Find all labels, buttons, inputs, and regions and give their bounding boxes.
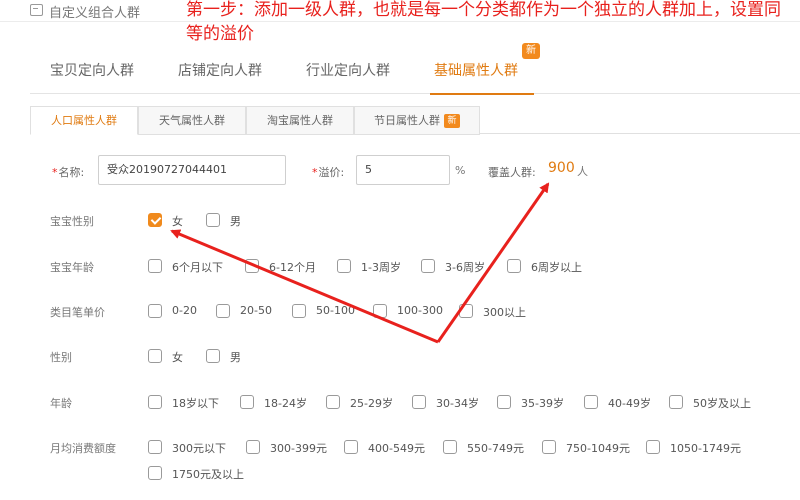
checkbox-box[interactable] [412,395,426,409]
checkbox-box[interactable] [246,440,260,454]
subtab-label: 节日属性人群 [374,114,440,127]
required-mark: * [312,166,318,179]
option-label: 6-12个月 [269,261,316,274]
premium-unit: % [455,164,466,177]
option-label: 25-29岁 [350,397,393,410]
new-badge: 新 [444,114,460,128]
option-label: 750-1049元 [566,442,630,455]
checkbox-box[interactable] [669,395,683,409]
tab-basic-attributes[interactable]: 基础属性人群 [430,60,534,95]
option-label: 1-3周岁 [361,261,401,274]
subtab-label: 淘宝属性人群 [267,114,333,127]
subtab-weather[interactable]: 天气属性人群 [138,106,246,135]
row-label-gender: 性别 [50,351,72,364]
option-label: 6周岁以上 [531,261,582,274]
new-badge: 新 [522,43,540,59]
home-icon [30,4,43,16]
name-label-text: 名称: [58,166,85,179]
checkbox-box[interactable] [148,304,162,318]
option-label: 300-399元 [270,442,327,455]
option-label: 1050-1749元 [670,442,741,455]
option-label: 0-20 [172,304,197,317]
checkbox-box[interactable] [148,395,162,409]
checkbox-box[interactable] [344,440,358,454]
option-label: 18-24岁 [264,397,307,410]
tab-industry-targeting[interactable]: 行业定向人群 [306,60,390,80]
option-label: 400-549元 [368,442,425,455]
coverage-value: 900 [548,160,575,176]
option-label: 550-749元 [467,442,524,455]
option-label: 300以上 [483,306,526,319]
row-label-monthly-spend: 月均消费额度 [50,442,116,455]
checkbox-box[interactable] [216,304,230,318]
checkbox-box[interactable] [584,395,598,409]
sub-tabs: 人口属性人群 天气属性人群 淘宝属性人群 节日属性人群新 [30,106,800,135]
row-label-baby-gender: 宝宝性别 [50,215,94,228]
option-label: 20-50 [240,304,272,317]
subtab-label: 天气属性人群 [159,114,225,127]
option-label: 18岁以下 [172,397,219,410]
checkbox-box[interactable] [292,304,306,318]
row-label-category-price: 类目笔单价 [50,306,105,319]
option-label: 30-34岁 [436,397,479,410]
checkbox-box[interactable] [148,349,162,363]
option-label: 1750元及以上 [172,468,244,481]
checkbox-box[interactable] [148,440,162,454]
option-label: 35-39岁 [521,397,564,410]
required-mark: * [52,166,58,179]
option-label: 40-49岁 [608,397,651,410]
option-label: 女 [172,215,183,228]
checkbox-box[interactable] [646,440,660,454]
premium-label-text: 溢价: [318,166,345,179]
coverage-label: 覆盖人群: [488,166,536,179]
option-label: 50-100 [316,304,355,317]
checkbox-box[interactable] [245,259,259,273]
subtab-demographic[interactable]: 人口属性人群 [30,106,138,135]
checkbox-box[interactable] [542,440,556,454]
premium-input[interactable]: 5 [356,155,450,185]
checkbox-box[interactable] [497,395,511,409]
row-label-baby-age: 宝宝年龄 [50,261,94,274]
row-label-age: 年龄 [50,397,72,410]
checkbox-box[interactable] [326,395,340,409]
option-label: 女 [172,351,183,364]
checkbox-box[interactable] [148,213,162,227]
checkbox-box[interactable] [206,349,220,363]
subtab-holiday[interactable]: 节日属性人群新 [354,106,480,135]
subtab-taobao[interactable]: 淘宝属性人群 [246,106,354,135]
option-label: 男 [230,351,241,364]
checkbox-box[interactable] [240,395,254,409]
option-label: 300元以下 [172,442,226,455]
checkbox-box[interactable] [421,259,435,273]
arrow-to-checkbox [170,229,439,344]
name-label: *名称: [52,164,84,180]
tab-shop-targeting[interactable]: 店铺定向人群 [178,60,262,80]
option-label: 100-300 [397,304,443,317]
checkbox-box[interactable] [507,259,521,273]
name-input[interactable]: 受众20190727044401 [98,155,286,185]
checkbox-box[interactable] [443,440,457,454]
page-title: 自定义组合人群 [49,6,141,21]
checkbox-box[interactable] [373,304,387,318]
option-label: 3-6周岁 [445,261,485,274]
checkbox-box[interactable] [459,304,473,318]
tab-item-targeting[interactable]: 宝贝定向人群 [50,60,134,80]
option-label: 6个月以下 [172,261,223,274]
subtab-label: 人口属性人群 [51,114,117,127]
checkbox-box[interactable] [148,466,162,480]
premium-label: *溢价: [312,164,344,180]
checkbox-box[interactable] [148,259,162,273]
checkbox-box[interactable] [337,259,351,273]
annotation-text: 第一步：添加一级人群，也就是每一个分类都作为一个独立的人群加上，设置同等的溢价 [186,0,781,44]
coverage-unit: 人 [577,165,588,178]
checkbox-box[interactable] [206,213,220,227]
main-tabs: 宝贝定向人群 店铺定向人群 行业定向人群 基础属性人群 [30,48,800,95]
option-label: 男 [230,215,241,228]
option-label: 50岁及以上 [693,397,751,410]
